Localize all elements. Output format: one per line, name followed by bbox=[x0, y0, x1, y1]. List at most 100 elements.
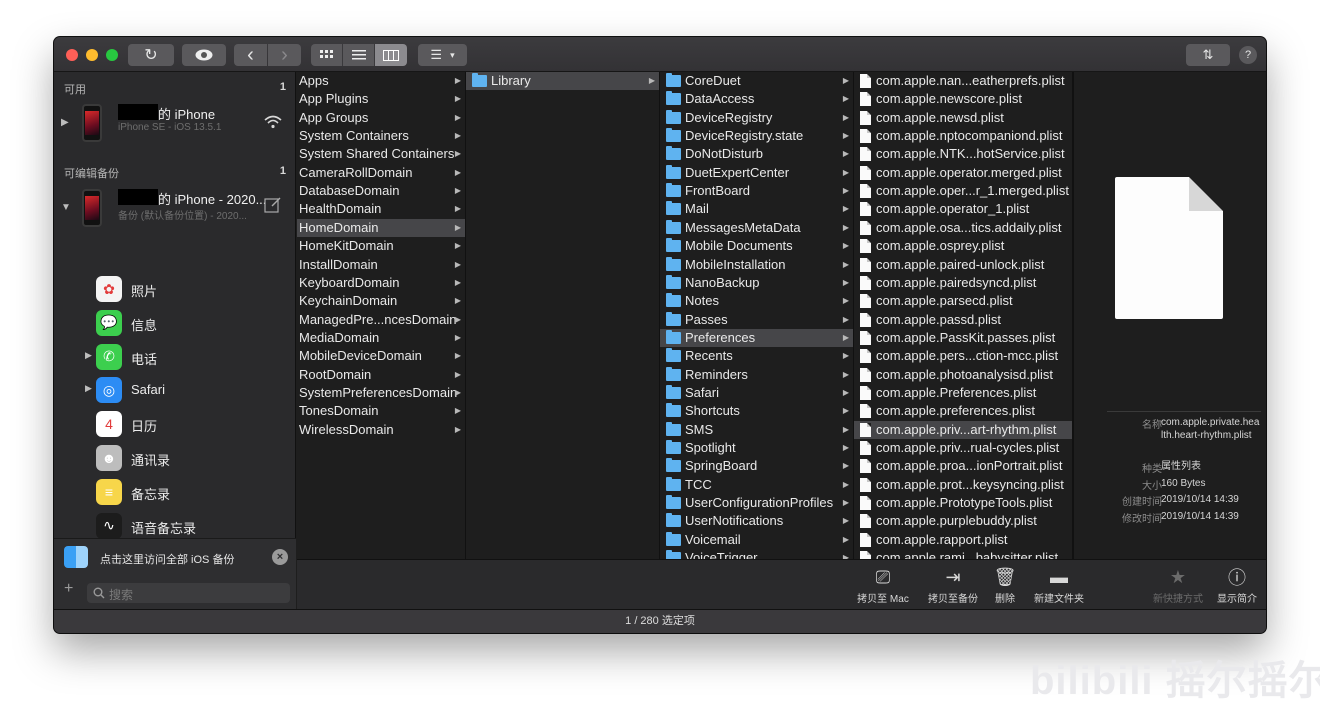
file-row[interactable]: com.apple.nptocompaniond.plist bbox=[854, 127, 1072, 145]
folder-row[interactable]: InstallDomain ▶ bbox=[297, 256, 465, 274]
folder-row[interactable]: App Groups ▶ bbox=[297, 109, 465, 127]
collapse-arrow-icon[interactable]: ▼ bbox=[61, 202, 71, 213]
list-view-button[interactable] bbox=[343, 44, 375, 66]
file-row[interactable]: com.apple.proa...ionPortrait.plist bbox=[854, 457, 1072, 475]
file-row[interactable]: com.apple.prot...keysyncing.plist bbox=[854, 476, 1072, 494]
backup-app-item[interactable]: ✿ 照片 bbox=[54, 273, 296, 305]
close-window-button[interactable] bbox=[66, 49, 78, 61]
folder-row[interactable]: Preferences ▶ bbox=[660, 328, 853, 347]
file-row[interactable]: com.apple.PrototypeTools.plist bbox=[854, 494, 1072, 512]
folder-row[interactable]: DatabaseDomain ▶ bbox=[297, 182, 465, 200]
backup-app-item[interactable]: ∿ 语音备忘录 bbox=[54, 510, 296, 542]
file-row[interactable]: com.apple.operator.merged.plist bbox=[854, 164, 1072, 182]
star-action-button[interactable]: ★ 新快捷方式 bbox=[1147, 566, 1209, 606]
folder-row[interactable]: UserConfigurationProfiles ▶ bbox=[660, 494, 853, 512]
backup-app-item[interactable]: 4 日历 bbox=[54, 408, 296, 440]
folder-row[interactable]: Apps ▶ bbox=[297, 72, 465, 90]
folder-row[interactable]: Mobile Documents ▶ bbox=[660, 237, 853, 255]
backup-app-item[interactable]: ≡ 备忘录 bbox=[54, 476, 296, 508]
file-row[interactable]: com.apple.priv...art-rhythm.plist bbox=[854, 420, 1072, 439]
folder-row[interactable]: DeviceRegistry.state ▶ bbox=[660, 127, 853, 145]
minimize-window-button[interactable] bbox=[86, 49, 98, 61]
dismiss-button[interactable]: × bbox=[272, 549, 288, 565]
folder-row[interactable]: MobileDeviceDomain ▶ bbox=[297, 347, 465, 365]
folder-row[interactable]: KeychainDomain ▶ bbox=[297, 292, 465, 310]
gear-action-button[interactable]: ⚙ 选项 bbox=[1262, 566, 1266, 605]
folder-row[interactable]: TCC ▶ bbox=[660, 476, 853, 494]
folder-row[interactable]: CameraRollDomain ▶ bbox=[297, 164, 465, 182]
copy-to-backup-action-button[interactable]: ⇥ 拷贝至备份 bbox=[922, 566, 984, 606]
folder-row[interactable]: ManagedPre...ncesDomain ▶ bbox=[297, 311, 465, 329]
expand-arrow-icon[interactable]: ▶ bbox=[85, 383, 92, 394]
folder-row[interactable]: RootDomain ▶ bbox=[297, 366, 465, 384]
refresh-button[interactable]: ↻ bbox=[128, 44, 174, 66]
file-row[interactable]: com.apple.photoanalysisd.plist bbox=[854, 366, 1072, 384]
folder-row[interactable]: UserNotifications ▶ bbox=[660, 512, 853, 530]
folder-row[interactable]: FrontBoard ▶ bbox=[660, 182, 853, 200]
folder-row[interactable]: SpringBoard ▶ bbox=[660, 457, 853, 475]
folder-row[interactable]: DuetExpertCenter ▶ bbox=[660, 164, 853, 182]
file-row[interactable]: com.apple.pers...ction-mcc.plist bbox=[854, 347, 1072, 365]
folder-row[interactable]: Spotlight ▶ bbox=[660, 439, 853, 457]
file-row[interactable]: com.apple.passd.plist bbox=[854, 311, 1072, 329]
folder-row[interactable]: DeviceRegistry ▶ bbox=[660, 109, 853, 127]
help-button[interactable]: ? bbox=[1239, 46, 1257, 64]
file-row[interactable]: com.apple.nan...eatherprefs.plist bbox=[854, 72, 1072, 90]
file-row[interactable]: com.apple.priv...rual-cycles.plist bbox=[854, 439, 1072, 457]
folder-row[interactable]: DataAccess ▶ bbox=[660, 90, 853, 108]
folder-row[interactable]: NanoBackup ▶ bbox=[660, 274, 853, 292]
zoom-window-button[interactable] bbox=[106, 49, 118, 61]
folder-row[interactable]: TonesDomain ▶ bbox=[297, 402, 465, 420]
file-row[interactable]: com.apple.paired-unlock.plist bbox=[854, 256, 1072, 274]
folder-row[interactable]: MessagesMetaData ▶ bbox=[660, 219, 853, 237]
folder-row[interactable]: KeyboardDomain ▶ bbox=[297, 274, 465, 292]
folder-row[interactable]: HomeKitDomain ▶ bbox=[297, 237, 465, 255]
backup-app-item[interactable]: ☻ 通讯录 bbox=[54, 442, 296, 474]
file-row[interactable]: com.apple.rami...babysitter.plist bbox=[854, 549, 1072, 559]
folder-row[interactable]: App Plugins ▶ bbox=[297, 90, 465, 108]
search-field[interactable]: 搜索 bbox=[87, 583, 290, 603]
all-backups-link[interactable]: 点击这里访问全部 iOS 备份 bbox=[100, 551, 234, 567]
expand-arrow-icon[interactable]: ▶ bbox=[61, 117, 69, 128]
folder-row[interactable]: Library ▶ bbox=[466, 72, 659, 90]
device-iphone-live[interactable]: ▶ 的 iPhone iPhone SE - iOS 13.5.1 bbox=[54, 101, 296, 147]
folder-row[interactable]: Shortcuts ▶ bbox=[660, 402, 853, 420]
back-button[interactable]: ‹ bbox=[234, 44, 267, 66]
file-row[interactable]: com.apple.NTK...hotService.plist bbox=[854, 145, 1072, 163]
file-row[interactable]: com.apple.preferences.plist bbox=[854, 402, 1072, 420]
arrange-dropdown[interactable]: ☰ ▾ bbox=[418, 44, 467, 66]
folder-action-button[interactable]: ▬ 新建文件夹 bbox=[1027, 566, 1091, 606]
file-row[interactable]: com.apple.rapport.plist bbox=[854, 531, 1072, 549]
file-row[interactable]: com.apple.PassKit.passes.plist bbox=[854, 329, 1072, 347]
copy-to-mac-action-button[interactable]: ⎚ 拷贝至 Mac bbox=[852, 566, 914, 606]
quicklook-button[interactable] bbox=[182, 44, 226, 66]
folder-row[interactable]: Reminders ▶ bbox=[660, 366, 853, 384]
column-view-button[interactable] bbox=[375, 44, 407, 66]
folder-row[interactable]: Recents ▶ bbox=[660, 347, 853, 365]
folder-row[interactable]: HealthDomain ▶ bbox=[297, 200, 465, 218]
folder-row[interactable]: Passes ▶ bbox=[660, 311, 853, 329]
folder-row[interactable]: Mail ▶ bbox=[660, 200, 853, 218]
file-row[interactable]: com.apple.pairedsyncd.plist bbox=[854, 274, 1072, 292]
file-row[interactable]: com.apple.purplebuddy.plist bbox=[854, 512, 1072, 530]
file-row[interactable]: com.apple.osprey.plist bbox=[854, 237, 1072, 255]
edit-icon[interactable] bbox=[264, 196, 282, 214]
expand-arrow-icon[interactable]: ▶ bbox=[85, 350, 92, 361]
backup-app-item[interactable]: ▶ ✆ 电话 bbox=[54, 341, 296, 373]
file-row[interactable]: com.apple.osa...tics.addaily.plist bbox=[854, 219, 1072, 237]
add-button[interactable]: + bbox=[64, 580, 73, 598]
file-row[interactable]: com.apple.oper...r_1.merged.plist bbox=[854, 182, 1072, 200]
folder-row[interactable]: HomeDomain ▶ bbox=[297, 218, 465, 237]
file-row[interactable]: com.apple.newsd.plist bbox=[854, 109, 1072, 127]
trash-action-button[interactable]: 🗑 删除 bbox=[990, 566, 1020, 606]
file-row[interactable]: com.apple.operator_1.plist bbox=[854, 200, 1072, 218]
folder-row[interactable]: CoreDuet ▶ bbox=[660, 72, 853, 90]
icon-view-button[interactable] bbox=[311, 44, 343, 66]
folder-row[interactable]: MediaDomain ▶ bbox=[297, 329, 465, 347]
forward-button[interactable]: › bbox=[268, 44, 301, 66]
folder-row[interactable]: MobileInstallation ▶ bbox=[660, 256, 853, 274]
backup-app-item[interactable]: ▶ ◎ Safari bbox=[54, 374, 296, 406]
folder-row[interactable]: SystemPreferencesDomain ▶ bbox=[297, 384, 465, 402]
folder-row[interactable]: Notes ▶ bbox=[660, 292, 853, 310]
folder-row[interactable]: Safari ▶ bbox=[660, 384, 853, 402]
